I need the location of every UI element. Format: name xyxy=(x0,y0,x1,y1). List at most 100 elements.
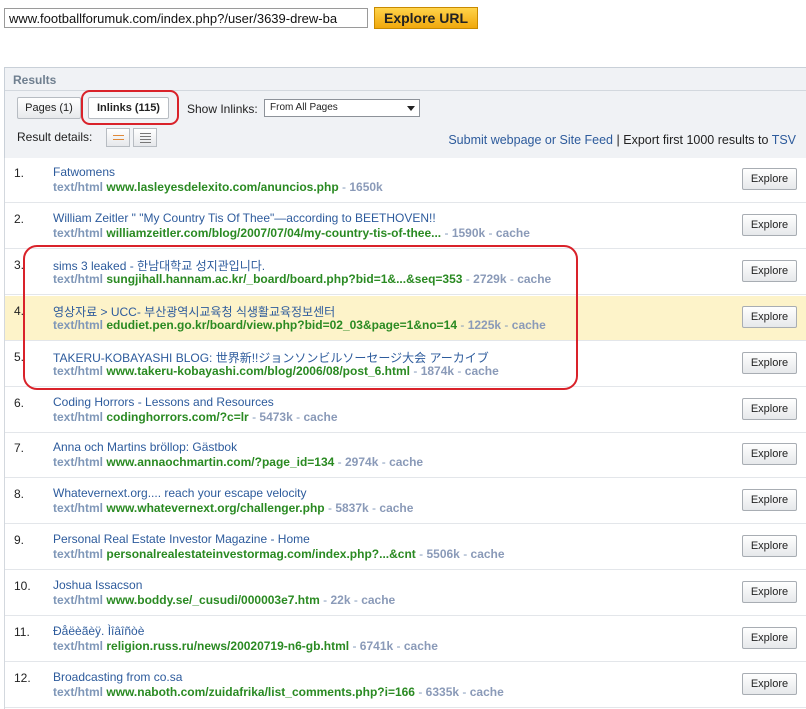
result-url-link[interactable]: www.boddy.se/_cusudi/000003e7.htm xyxy=(106,593,319,607)
detailed-view-button[interactable] xyxy=(133,128,157,147)
explore-url-button[interactable]: Explore URL xyxy=(374,7,478,29)
cache-link[interactable]: cache xyxy=(465,364,499,378)
separator: - xyxy=(296,409,301,424)
show-inlinks-value: From All Pages xyxy=(270,102,338,113)
result-title-link[interactable]: Personal Real Estate Investor Magazine -… xyxy=(53,532,310,546)
result-size: 5506k xyxy=(426,547,460,562)
explore-button[interactable]: Explore xyxy=(742,535,797,558)
separator: - xyxy=(419,547,424,562)
result-url-link[interactable]: www.naboth.com/zuidafrika/list_comments.… xyxy=(106,685,415,699)
submit-webpage-link[interactable]: Submit webpage or Site Feed xyxy=(448,133,613,147)
action-links: Submit webpage or Site Feed | Export fir… xyxy=(448,133,796,147)
separator: - xyxy=(463,547,468,562)
explore-button[interactable]: Explore xyxy=(742,672,797,695)
explore-button[interactable]: Explore xyxy=(742,305,797,328)
mime-type: text/html xyxy=(53,225,104,240)
result-meta: text/html williamzeitler.com/blog/2007/0… xyxy=(53,226,530,240)
result-meta: text/html www.naboth.com/zuidafrika/list… xyxy=(53,685,504,699)
result-url-link[interactable]: williamzeitler.com/blog/2007/07/04/my-co… xyxy=(106,226,441,240)
result-meta: text/html sungjihall.hannam.ac.kr/_board… xyxy=(53,272,551,286)
cache-link[interactable]: cache xyxy=(512,318,546,332)
row-number: 4. xyxy=(14,303,25,318)
explore-button[interactable]: Explore xyxy=(742,581,797,604)
result-size: 6335k xyxy=(425,684,460,699)
row-number: 8. xyxy=(14,487,25,502)
explore-button[interactable]: Explore xyxy=(742,259,797,282)
cache-link[interactable]: cache xyxy=(471,547,505,561)
result-url-link[interactable]: www.annaochmartin.com/?page_id=134 xyxy=(106,455,334,469)
result-title-link[interactable]: Joshua Issacson xyxy=(53,578,142,592)
result-title-link[interactable]: Broadcasting from co.sa xyxy=(53,670,182,684)
result-title-link[interactable]: Ðåëèãèÿ. Ìîâîñòè xyxy=(53,624,144,638)
cache-link[interactable]: cache xyxy=(389,455,423,469)
result-size: 22k xyxy=(330,593,351,608)
result-url-link[interactable]: codinghorrors.com/?c=lr xyxy=(106,410,248,424)
table-row: 3. sims 3 leaked - 한남대학교 성지관입니다. text/html… xyxy=(5,249,806,295)
table-row: 4. 영상자료 > UCC- 부산광역시교육청 식생활교육정보센터 text/htm… xyxy=(5,295,806,341)
url-input[interactable]: www.footballforumuk.com/index.php?/user/… xyxy=(4,8,368,28)
row-number: 10. xyxy=(14,579,31,594)
show-inlinks-label: Show Inlinks: xyxy=(187,102,258,116)
separator: - xyxy=(462,684,467,699)
row-number: 1. xyxy=(14,166,25,180)
separator: - xyxy=(381,455,386,470)
compact-view-button[interactable] xyxy=(106,128,130,147)
explore-button[interactable]: Explore xyxy=(742,443,797,466)
result-url-link[interactable]: sungjihall.hannam.ac.kr/_board/board.php… xyxy=(106,272,462,286)
separator: - xyxy=(353,593,358,608)
result-url-link[interactable]: www.lasleyesdelexito.com/anuncios.php xyxy=(106,180,338,194)
result-url-link[interactable]: www.whatevernext.org/challenger.php xyxy=(106,501,324,515)
row-number: 3. xyxy=(14,257,25,272)
result-meta: text/html religion.russ.ru/news/20020719… xyxy=(53,639,438,653)
cache-link[interactable]: cache xyxy=(517,272,551,286)
table-row: 5. TAKERU-KOBAYASHI BLOG: 世界新!!ジョンソンビルソーセ… xyxy=(5,341,806,387)
show-inlinks-select[interactable]: From All Pages xyxy=(264,99,420,117)
explore-button[interactable]: Explore xyxy=(742,213,797,236)
result-title-link[interactable]: Fatwomens xyxy=(53,165,115,179)
mime-type: text/html xyxy=(53,180,104,194)
explore-button[interactable]: Explore xyxy=(742,397,797,420)
separator: - xyxy=(352,639,357,653)
table-row: 9. Personal Real Estate Investor Magazine… xyxy=(5,525,806,571)
row-number: 5. xyxy=(14,349,25,364)
separator: - xyxy=(509,271,514,286)
row-number: 9. xyxy=(14,533,25,548)
result-size: 1874k xyxy=(420,363,455,378)
annotation-circle xyxy=(81,90,179,125)
separator: - xyxy=(457,363,462,378)
result-size: 6741k xyxy=(359,639,394,653)
result-size: 1590k xyxy=(451,225,486,240)
explore-button[interactable]: Explore xyxy=(742,489,797,512)
cache-link[interactable]: cache xyxy=(361,593,395,607)
result-size: 5473k xyxy=(259,409,293,424)
result-title-link[interactable]: Coding Horrors - Lessons and Resources xyxy=(53,395,274,409)
result-url-link[interactable]: www.takeru-kobayashi.com/blog/2006/08/po… xyxy=(106,364,410,378)
result-url-link[interactable]: religion.russ.ru/news/20020719-n6-gb.htm… xyxy=(106,639,349,653)
separator: | xyxy=(616,133,620,147)
cache-link[interactable]: cache xyxy=(404,639,438,653)
separator: - xyxy=(465,271,470,286)
table-row: 8. Whatevernext.org.... reach your escape… xyxy=(5,479,806,525)
cache-link[interactable]: cache xyxy=(303,410,337,424)
top-bar: www.footballforumuk.com/index.php?/user/… xyxy=(0,0,806,56)
result-size: 5837k xyxy=(335,501,369,516)
separator: - xyxy=(342,180,346,194)
explore-button[interactable]: Explore xyxy=(742,168,797,190)
explore-button[interactable]: Explore xyxy=(742,351,797,374)
result-url-link[interactable]: personalrealestateinvestormag.com/index.… xyxy=(106,547,415,561)
explore-button[interactable]: Explore xyxy=(742,627,797,649)
separator: - xyxy=(396,639,401,653)
cache-link[interactable]: cache xyxy=(470,685,504,699)
result-title-link[interactable]: Anna och Martins bröllop: Gästbok xyxy=(53,440,237,454)
separator: - xyxy=(323,593,328,608)
cache-link[interactable]: cache xyxy=(379,501,413,515)
tab-pages[interactable]: Pages (1) xyxy=(17,97,81,119)
tsv-link[interactable]: TSV xyxy=(772,133,796,147)
result-title-link[interactable]: Whatevernext.org.... reach your escape v… xyxy=(53,486,306,500)
cache-link[interactable]: cache xyxy=(496,226,530,240)
mime-type: text/html xyxy=(53,501,104,516)
mime-type: text/html xyxy=(53,684,104,699)
result-meta: text/html www.boddy.se/_cusudi/000003e7.… xyxy=(53,593,395,607)
result-url-link[interactable]: edudiet.pen.go.kr/board/view.php?bid=02_… xyxy=(106,318,457,332)
result-title-link[interactable]: William Zeitler " "My Country Tis Of The… xyxy=(53,211,436,225)
